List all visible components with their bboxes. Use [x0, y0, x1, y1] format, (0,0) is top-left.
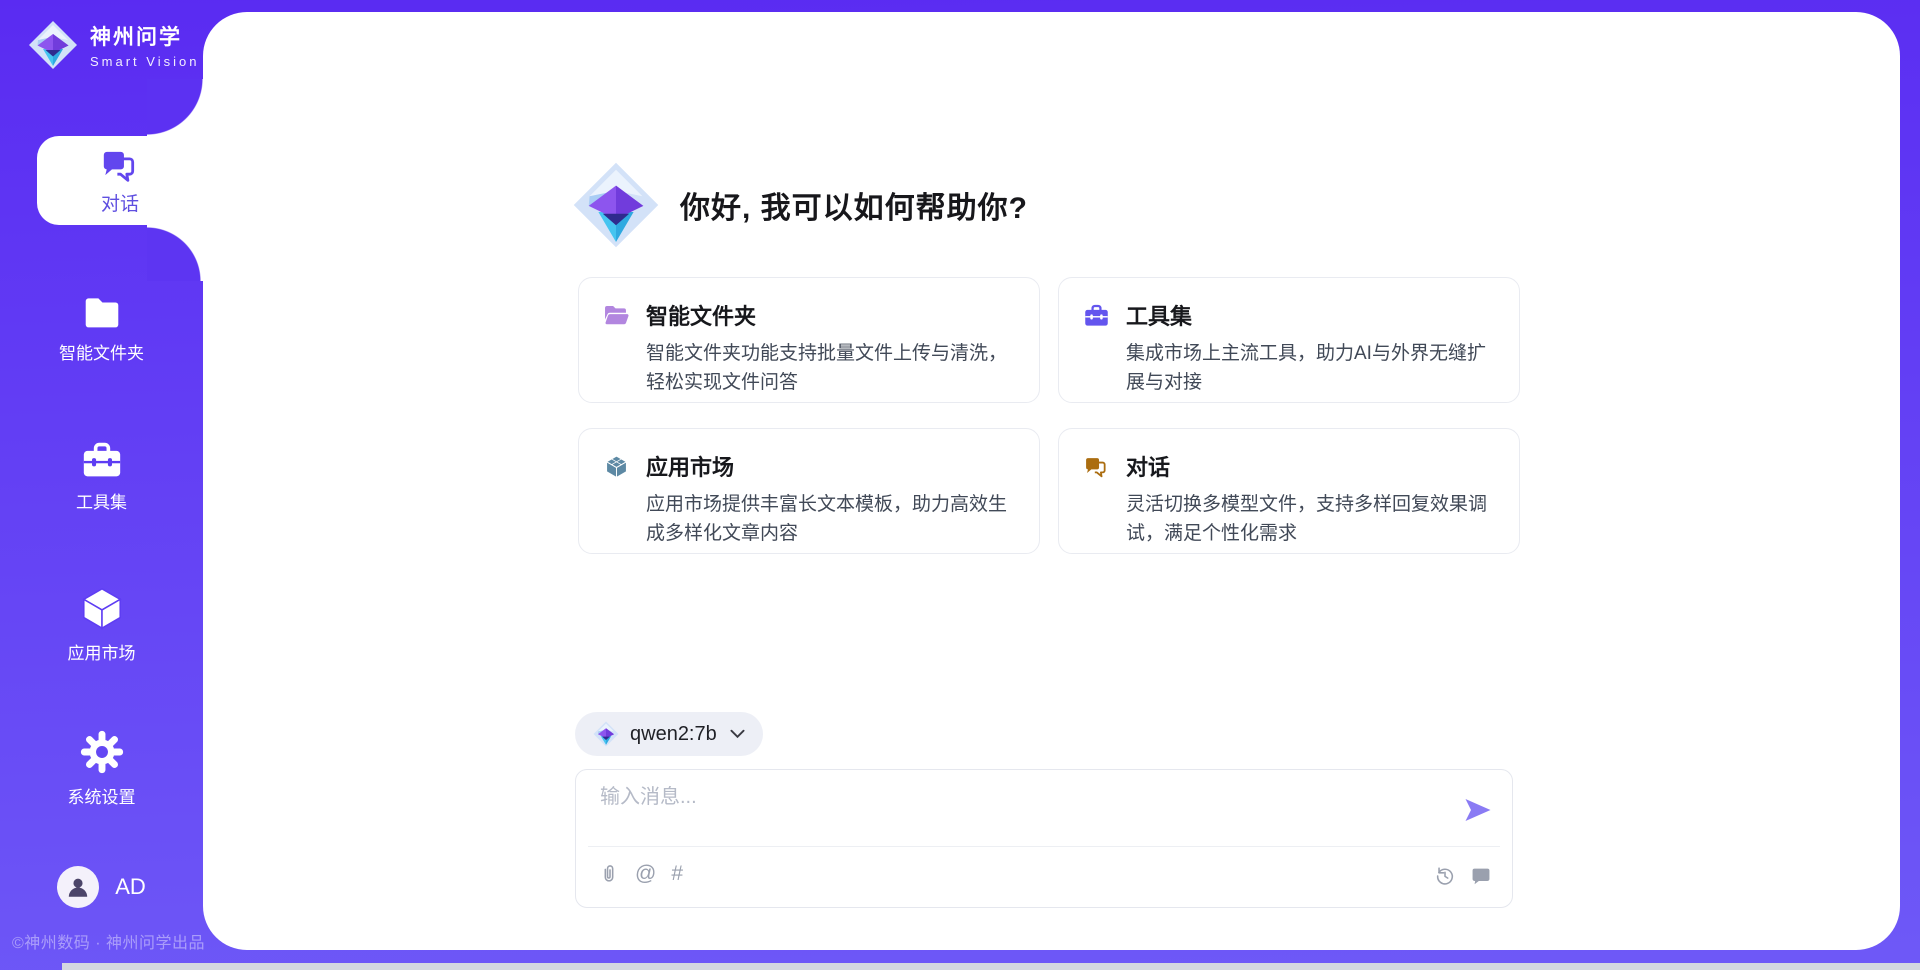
- sidebar-item-label: 智能文件夹: [59, 339, 144, 364]
- card-app-market[interactable]: 应用市场 应用市场提供丰富长文本模板，助力高效生成多样化文章内容: [578, 428, 1040, 554]
- card-title: 工具集: [1126, 299, 1192, 331]
- brand-subtitle: Smart Vision: [90, 54, 199, 69]
- sidebar-item-chat-active[interactable]: 对话: [37, 136, 203, 225]
- folder-icon: [80, 293, 124, 331]
- card-toolset[interactable]: 工具集 集成市场上主流工具，助力AI与外界无缝扩展与对接: [1058, 277, 1520, 403]
- sidebar-item-label: 应用市场: [68, 639, 136, 664]
- chevron-down-icon: [730, 729, 745, 739]
- cube-icon: [603, 454, 630, 479]
- model-selector[interactable]: qwen2:7b: [575, 712, 763, 756]
- card-description: 智能文件夹功能支持批量文件上传与清洗，轻松实现文件问答: [646, 339, 1024, 397]
- chat-icon: [99, 146, 141, 184]
- composer-tools-right: [1434, 864, 1492, 888]
- model-name: qwen2:7b: [630, 723, 717, 746]
- sidebar: 神州问学 Smart Vision 对话 智能文件夹: [0, 0, 203, 970]
- sidebar-item-folders[interactable]: 智能文件夹: [0, 293, 203, 364]
- card-smart-folder[interactable]: 智能文件夹 智能文件夹功能支持批量文件上传与清洗，轻松实现文件问答: [578, 277, 1040, 403]
- card-title: 应用市场: [646, 450, 734, 482]
- toolbox-icon: [80, 440, 124, 480]
- hash-icon[interactable]: #: [671, 862, 683, 886]
- greeting: 你好, 我可以如何帮助你?: [572, 158, 1028, 252]
- chat-icon: [1083, 454, 1110, 479]
- brand-name: 神州问学: [90, 21, 199, 51]
- history-icon[interactable]: [1434, 864, 1456, 888]
- at-icon[interactable]: @: [635, 862, 656, 886]
- greeting-logo-icon: [572, 158, 660, 252]
- card-description: 应用市场提供丰富长文本模板，助力高效生成多样化文章内容: [646, 490, 1024, 548]
- tab-fillet-bottom: [147, 225, 203, 281]
- model-logo-icon: [593, 720, 619, 748]
- send-icon[interactable]: [1464, 798, 1492, 822]
- card-chat[interactable]: 对话 灵活切换多模型文件，支持多样回复效果调试，满足个性化需求: [1058, 428, 1520, 554]
- tab-fillet-top: [147, 79, 203, 137]
- sidebar-item-tools[interactable]: 工具集: [0, 440, 203, 513]
- card-title: 对话: [1126, 450, 1170, 482]
- paperclip-icon[interactable]: [598, 862, 620, 886]
- toolbox-icon: [1083, 303, 1110, 328]
- card-description: 灵活切换多模型文件，支持多样回复效果调试，满足个性化需求: [1126, 490, 1504, 548]
- message-composer: @ #: [575, 769, 1513, 908]
- gear-icon: [79, 729, 125, 775]
- card-title: 智能文件夹: [646, 299, 756, 331]
- user-name: AD: [115, 874, 146, 900]
- bottom-edge-strip: [62, 963, 1920, 970]
- sidebar-item-settings[interactable]: 系统设置: [0, 729, 203, 808]
- avatar: [57, 866, 99, 908]
- app-window: 神州问学 Smart Vision 对话 智能文件夹: [0, 0, 1920, 970]
- message-input[interactable]: [600, 786, 1460, 809]
- folder-open-icon: [603, 303, 630, 328]
- brand: 神州问学 Smart Vision: [28, 18, 199, 72]
- feature-cards: 智能文件夹 智能文件夹功能支持批量文件上传与清洗，轻松实现文件问答 工具集 集成…: [578, 277, 1520, 554]
- sidebar-item-label: 系统设置: [68, 783, 136, 808]
- sidebar-item-label: 对话: [101, 189, 139, 216]
- chat-bubble-icon[interactable]: [1470, 864, 1492, 888]
- sidebar-item-label: 工具集: [76, 488, 127, 513]
- card-description: 集成市场上主流工具，助力AI与外界无缝扩展与对接: [1126, 339, 1504, 397]
- sidebar-item-apps[interactable]: 应用市场: [0, 585, 203, 664]
- user-profile[interactable]: AD: [0, 866, 203, 908]
- composer-tools-left: @ #: [598, 862, 683, 886]
- greeting-text: 你好, 我可以如何帮助你?: [680, 183, 1028, 227]
- cube-icon: [79, 585, 125, 631]
- composer-divider: [588, 846, 1500, 847]
- person-icon: [65, 874, 91, 900]
- brand-logo-icon: [28, 18, 78, 72]
- sidebar-footer: ©神州数码 · 神州问学出品: [12, 929, 205, 953]
